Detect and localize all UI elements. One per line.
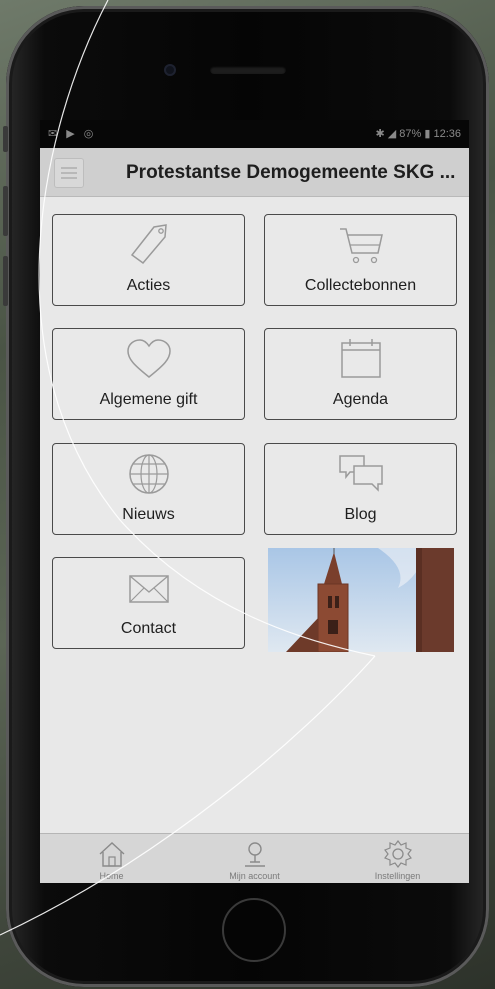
tile-label: Algemene gift [99, 391, 198, 408]
tab-home[interactable]: Home [40, 834, 183, 883]
globe-icon [128, 454, 169, 494]
notification-icons: ✉ ▶ ◎ [48, 128, 97, 140]
tile-collectebonnen[interactable]: Collectebonnen [264, 214, 457, 306]
status-bar: ✉ ▶ ◎ ✱ ◢ 87% ▮ 12:36 [40, 120, 469, 148]
tile-algemene-gift[interactable]: Algemene gift [52, 328, 245, 420]
tile-label: Contact [120, 620, 177, 637]
calendar-icon [340, 339, 381, 378]
heart-icon [126, 339, 171, 378]
hamburger-icon[interactable] [54, 158, 84, 188]
gear-icon [383, 840, 412, 868]
tile-nieuws[interactable]: Nieuws [52, 443, 245, 535]
tile-label: Acties [126, 277, 171, 294]
tile-label: Collectebonnen [304, 277, 417, 294]
tile-agenda[interactable]: Agenda [264, 328, 457, 420]
tile-label: Nieuws [122, 506, 175, 523]
cart-icon [339, 228, 383, 264]
mute-switch [3, 126, 8, 152]
user-icon [244, 842, 265, 867]
volume-down-button [3, 256, 8, 306]
tile-blog[interactable]: Blog [264, 443, 457, 535]
page-title: Protestantse Demogemeente SKG ... [126, 162, 456, 183]
tab-instellingen[interactable]: Instellingen [326, 834, 469, 883]
tab-label: Mijn account [229, 871, 280, 881]
bottom-tab-bar: Home Mijn account Instellingen [40, 833, 469, 883]
phone-screen: ✉ ▶ ◎ ✱ ◢ 87% ▮ 12:36 Protestantse Demog… [40, 120, 469, 883]
front-camera [164, 64, 176, 76]
envelope-icon [128, 575, 169, 603]
tab-label: Home [99, 871, 124, 881]
chat-bubbles-icon [338, 455, 383, 492]
app-header: Protestantse Demogemeente SKG ... [40, 148, 469, 197]
home-icon [99, 842, 124, 867]
church-photo [268, 548, 454, 652]
status-indicators: ✱ ◢ 87% ▮ 12:36 [375, 128, 462, 140]
tag-icon [130, 224, 167, 265]
tab-mijn-account[interactable]: Mijn account [183, 834, 326, 883]
tile-label: Blog [344, 506, 377, 523]
tab-label: Instellingen [374, 871, 421, 881]
volume-up-button [3, 186, 8, 236]
tile-contact[interactable]: Contact [52, 557, 245, 649]
home-button[interactable] [222, 898, 286, 962]
earpiece-speaker [210, 66, 286, 74]
tile-acties[interactable]: Acties [52, 214, 245, 306]
tile-label: Agenda [332, 391, 389, 408]
